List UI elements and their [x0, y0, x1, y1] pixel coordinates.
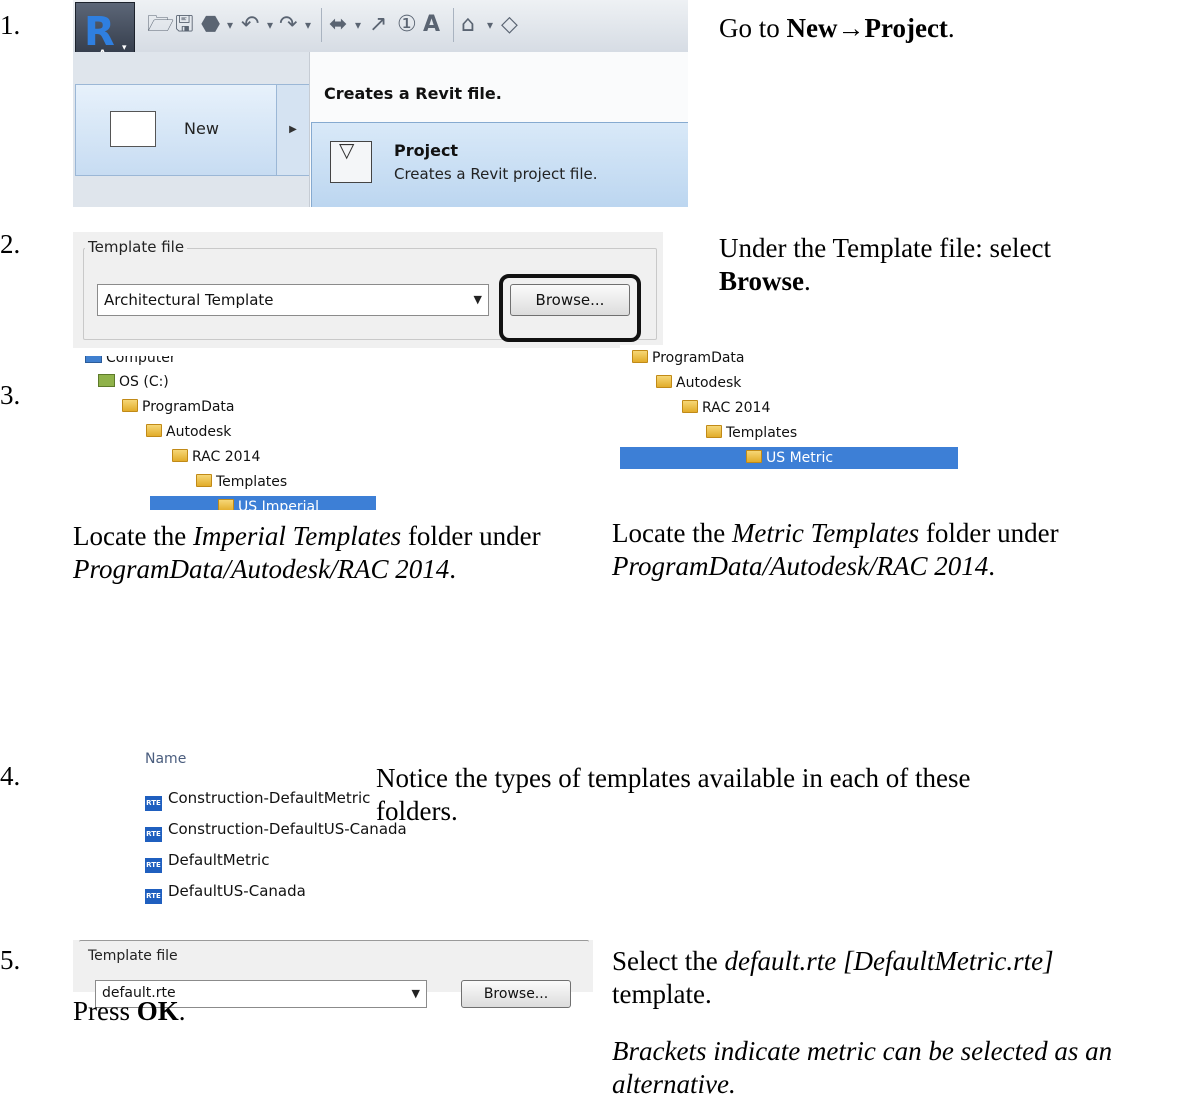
list-item[interactable]: RTE Construction-DefaultUS-Canada — [145, 820, 407, 842]
folder-icon — [656, 375, 672, 388]
revit-application-menu-screenshot: 🗁 🖫 ⬣ ▾ ↶ ▾ ↷ ▾ ⬌ ▾ ↗ ① A ⌂ ▾ ◇ R A ▾ ⧉ … — [73, 0, 688, 207]
template-file-label: Template file — [85, 948, 181, 964]
project-icon: ▽ — [330, 138, 372, 183]
new-menu-item[interactable]: New — [75, 84, 277, 176]
list-item[interactable]: RTE Construction-DefaultMetric — [145, 789, 370, 811]
folder-icon — [146, 424, 162, 437]
step-2-number: 2. — [0, 229, 21, 259]
chevron-down-icon: ▼ — [411, 987, 420, 1000]
undo-icon[interactable]: ↶ — [241, 12, 259, 38]
template-file-panel: Template file Architectural Template ▼ B… — [73, 232, 663, 348]
folder-icon — [172, 449, 188, 462]
tree-item-templates[interactable]: Templates — [706, 425, 797, 441]
dropdown-icon[interactable]: ▾ — [487, 12, 493, 38]
measure-icon[interactable]: ⬌ — [329, 12, 347, 38]
list-item[interactable]: RTE DefaultMetric — [145, 851, 269, 873]
step-1-instruction: Go to New→Project. — [719, 13, 955, 43]
tree-item-rac-2014[interactable]: RAC 2014 — [682, 400, 770, 416]
browse-button[interactable]: Browse... — [461, 980, 571, 1008]
tag-icon[interactable]: ① — [397, 12, 417, 38]
step-3-caption-metric: Locate the Metric Templates folder under… — [612, 518, 1059, 581]
step-1-number: 1. — [0, 10, 21, 40]
step-3-number: 3. — [0, 380, 21, 410]
step-5-number: 5. — [0, 945, 21, 975]
template-combo-value: Architectural Template — [104, 291, 274, 309]
folder-icon — [122, 399, 138, 412]
list-item[interactable]: RTE DefaultUS-Canada — [145, 882, 306, 904]
text-icon[interactable]: A — [423, 12, 440, 38]
tree-item-autodesk[interactable]: Autodesk — [656, 375, 741, 391]
template-combo[interactable]: Architectural Template ▼ — [97, 284, 489, 316]
dropdown-icon[interactable]: ▾ — [227, 12, 233, 38]
quick-access-toolbar: 🗁 🖫 ⬣ ▾ ↶ ▾ ↷ ▾ ⬌ ▾ ↗ ① A ⌂ ▾ ◇ — [73, 0, 688, 53]
redo-icon[interactable]: ↷ — [279, 12, 297, 38]
tree-item-us-imperial[interactable]: US Imperial — [218, 499, 319, 510]
imperial-folder-tree: Computer OS (C:) ProgramData Autodesk RA… — [80, 356, 376, 510]
aligned-dimension-icon[interactable]: ↗ — [369, 12, 387, 38]
rte-file-icon: RTE — [145, 889, 162, 904]
template-file-label: Template file — [85, 238, 188, 256]
computer-icon — [85, 356, 102, 363]
step-2-instruction: Under the Template file: select Browse. — [719, 233, 1051, 296]
project-menu-item[interactable]: ▽ Project Creates a Revit project file. — [311, 122, 688, 207]
template-file-list: Name RTE Construction-DefaultMetric RTE Co… — [140, 751, 407, 919]
chevron-down-icon: ▼ — [473, 293, 482, 306]
step-4-instruction: Notice the types of templates available … — [376, 763, 971, 826]
tree-item-rac-2014[interactable]: RAC 2014 — [172, 449, 260, 465]
save-icon[interactable]: 🖫 — [175, 12, 194, 38]
submenu-arrow-icon[interactable]: ▶ — [276, 84, 310, 176]
name-column-header[interactable]: Name — [145, 751, 186, 767]
step-3-caption-imperial: Locate the Imperial Templates folder und… — [73, 521, 541, 584]
folder-icon — [682, 400, 698, 413]
rte-file-icon: RTE — [145, 858, 162, 873]
folder-icon — [632, 350, 648, 363]
folder-icon — [218, 499, 234, 510]
tree-item-computer[interactable]: Computer — [85, 356, 176, 366]
tree-item-templates[interactable]: Templates — [196, 474, 287, 490]
project-description: Creates a Revit project file. — [394, 165, 598, 183]
drive-icon — [98, 374, 115, 387]
tree-item-autodesk[interactable]: Autodesk — [146, 424, 231, 440]
step-4-number: 4. — [0, 761, 21, 791]
tree-item-us-metric[interactable]: US Metric — [746, 450, 833, 466]
new-document-icon — [110, 111, 156, 147]
sync-icon[interactable]: ⬣ — [201, 12, 220, 38]
browse-button[interactable]: Browse... — [510, 284, 630, 316]
project-title: Project — [394, 141, 459, 160]
open-folder-icon[interactable]: 🗁 — [147, 12, 174, 38]
folder-icon — [746, 450, 762, 463]
rte-file-icon: RTE — [145, 827, 162, 842]
metric-folder-tree: ProgramData Autodesk RAC 2014 Templates … — [620, 345, 960, 495]
3d-view-icon[interactable]: ⌂ — [461, 12, 475, 38]
section-icon[interactable]: ◇ — [501, 12, 518, 38]
template-file-panel: Template file default.rte ▼ Browse... — [73, 940, 593, 1008]
dropdown-icon[interactable]: ▾ — [267, 12, 273, 38]
new-label: New — [184, 119, 219, 138]
rte-file-icon: RTE — [145, 796, 162, 811]
press-ok-instruction: Press OK. — [73, 996, 186, 1026]
tree-item-programdata[interactable]: ProgramData — [632, 350, 745, 366]
tree-item-programdata[interactable]: ProgramData — [122, 399, 235, 415]
folder-icon — [196, 474, 212, 487]
tree-item-os-c[interactable]: OS (C:) — [98, 374, 169, 390]
folder-icon — [706, 425, 722, 438]
dropdown-icon[interactable]: ▾ — [355, 12, 361, 38]
menu-right-pane: Creates a Revit file. ▽ Project Creates … — [309, 52, 688, 207]
step-5-instruction: Select the default.rte [DefaultMetric.rt… — [612, 946, 1054, 1009]
dropdown-icon[interactable]: ▾ — [305, 12, 311, 38]
submenu-header: Creates a Revit file. — [324, 84, 502, 103]
step-5-note: Brackets indicate metric can be selected… — [612, 1036, 1113, 1099]
